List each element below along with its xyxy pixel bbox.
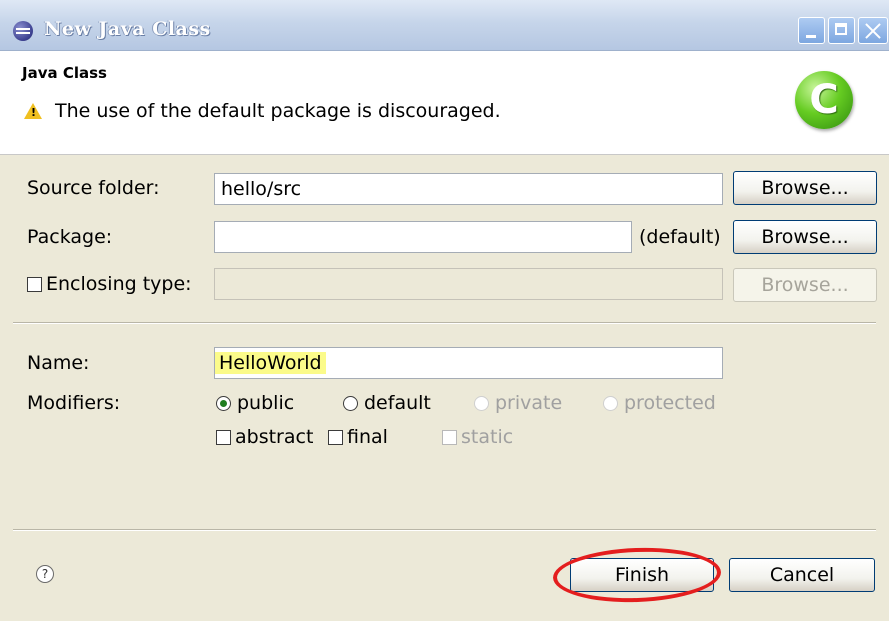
separator (13, 322, 876, 324)
modifier-final-checkbox[interactable]: final (328, 426, 388, 448)
package-default-hint: (default) (639, 226, 721, 248)
checkbox-icon[interactable] (216, 430, 231, 445)
eclipse-icon (13, 21, 33, 41)
title-bar[interactable]: New Java Class (0, 0, 889, 51)
java-class-icon: C (795, 71, 853, 129)
enclosing-type-label: Enclosing type: (46, 273, 192, 295)
banner-title: Java Class (22, 64, 107, 82)
window-title: New Java Class (44, 18, 211, 40)
package-input[interactable] (214, 221, 632, 253)
modifier-private-radio: private (474, 392, 562, 414)
enclosing-type-input (214, 268, 723, 300)
enclosing-type-checkbox[interactable]: Enclosing type: (27, 273, 192, 295)
modifiers-label: Modifiers: (27, 392, 121, 414)
dialog-banner: Java Class ! The use of the default pack… (0, 51, 889, 155)
name-value: HelloWorld (215, 352, 326, 374)
checkbox-icon (442, 430, 457, 445)
highlight-annotation (552, 545, 722, 605)
source-folder-browse-button[interactable]: Browse... (733, 171, 877, 205)
radio-checked-icon[interactable] (216, 396, 231, 411)
name-label: Name: (27, 352, 90, 374)
close-button[interactable] (858, 17, 888, 44)
enclosing-type-checkbox-box[interactable] (27, 277, 42, 292)
package-browse-button[interactable]: Browse... (733, 220, 877, 254)
name-input[interactable]: HelloWorld (214, 347, 723, 379)
banner-message: The use of the default package is discou… (55, 100, 501, 122)
enclosing-type-browse-button: Browse... (733, 268, 877, 302)
help-icon[interactable]: ? (36, 565, 54, 583)
modifier-static-checkbox: static (442, 426, 513, 448)
maximize-button[interactable] (828, 17, 855, 44)
modifier-default-radio[interactable]: default (343, 392, 431, 414)
cancel-button[interactable]: Cancel (729, 558, 875, 592)
radio-icon (474, 396, 489, 411)
checkbox-icon[interactable] (328, 430, 343, 445)
modifier-abstract-checkbox[interactable]: abstract (216, 426, 313, 448)
minimize-button[interactable] (798, 17, 825, 44)
radio-icon (603, 396, 618, 411)
separator (13, 529, 876, 531)
warning-icon: ! (24, 103, 42, 119)
package-label: Package: (27, 226, 113, 248)
source-folder-label: Source folder: (27, 177, 160, 199)
source-folder-input[interactable]: hello/src (214, 173, 723, 205)
new-java-class-dialog: New Java Class Java Class ! The use of t… (0, 0, 889, 621)
modifier-public-radio[interactable]: public (216, 392, 294, 414)
modifier-protected-radio: protected (603, 392, 716, 414)
radio-icon[interactable] (343, 396, 358, 411)
